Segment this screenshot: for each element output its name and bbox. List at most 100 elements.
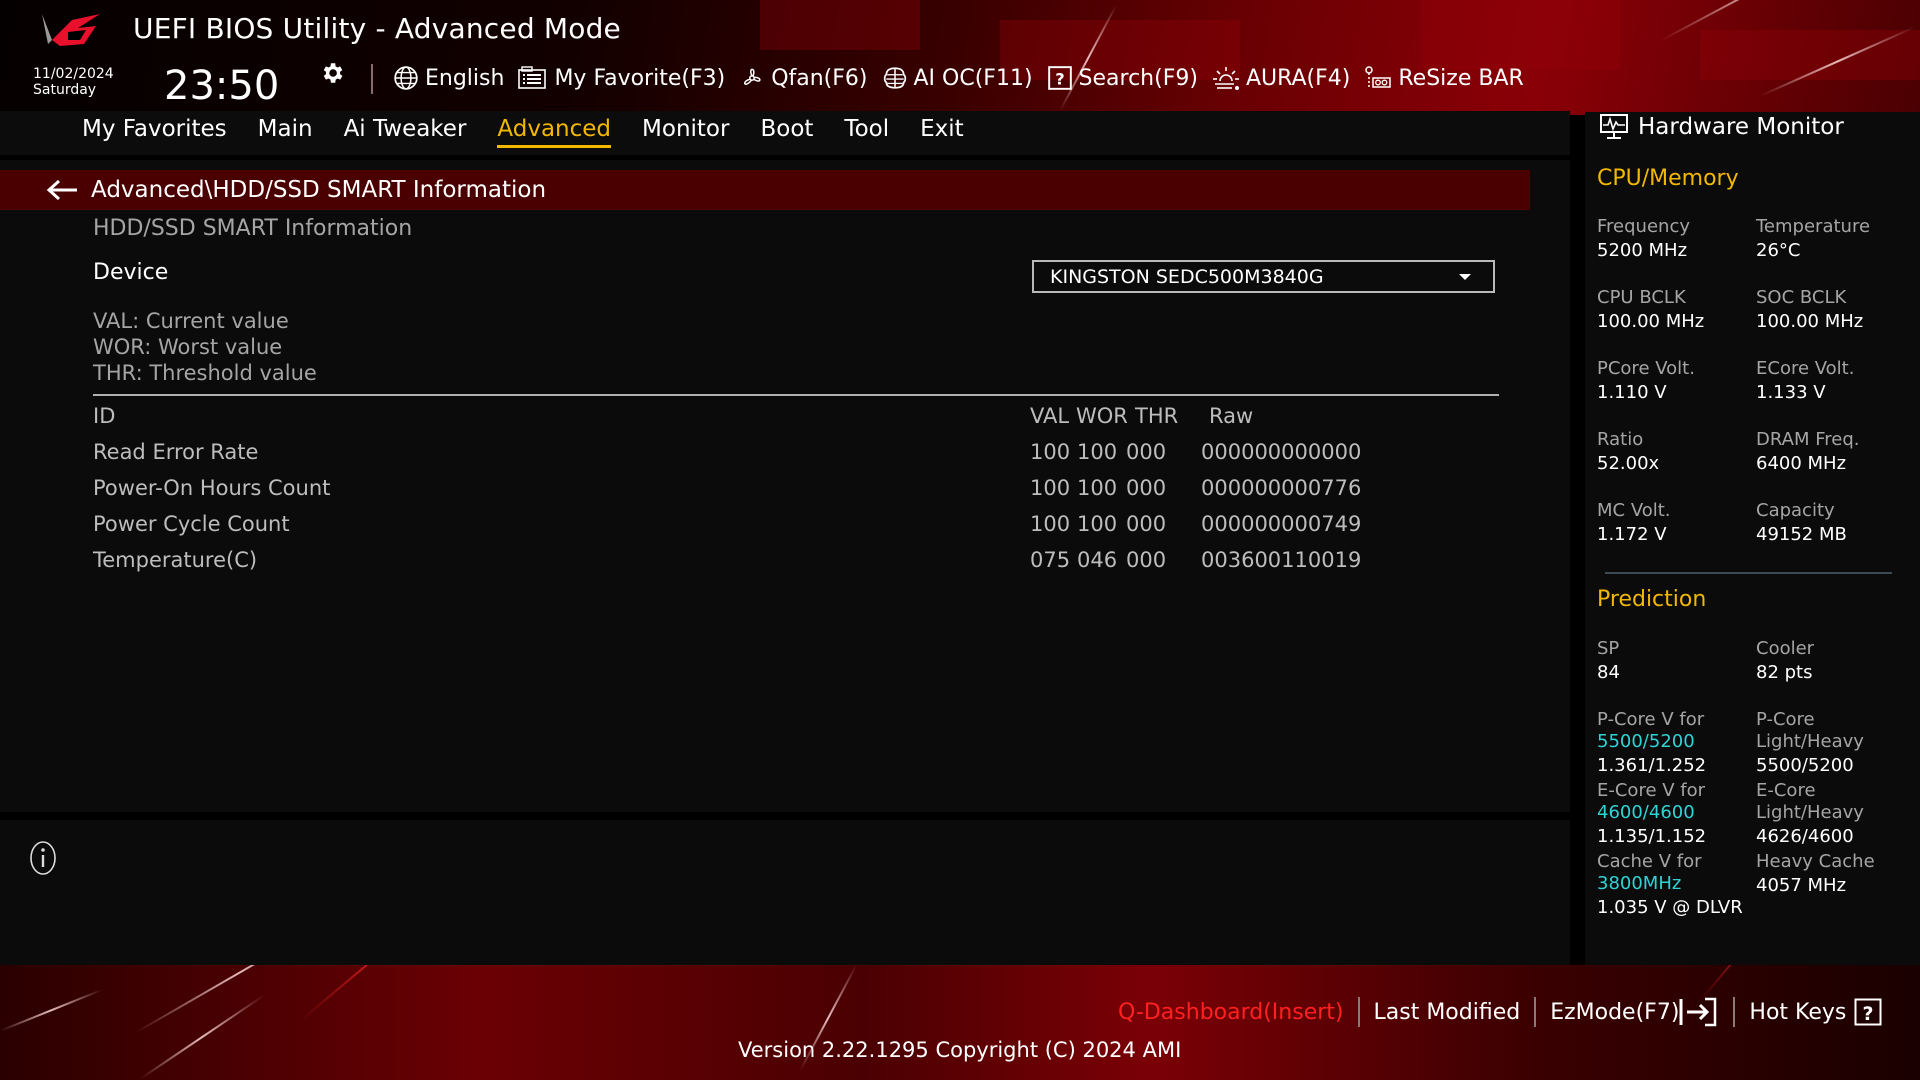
row-wor: 100	[1077, 512, 1118, 536]
row-raw: 000000000776	[1201, 476, 1362, 500]
fan-icon	[744, 68, 761, 85]
divider	[93, 394, 1499, 396]
q-dashboard-button[interactable]: Q-Dashboard(Insert)	[1118, 1000, 1358, 1025]
hw-dram-freq-value: 6400 MHz	[1756, 453, 1847, 474]
my-favorite-button[interactable]: My Favorite(F3)	[518, 66, 725, 91]
row-wor: 100	[1077, 440, 1118, 464]
legend-wor: WOR: Worst value	[93, 335, 283, 359]
tab-advanced[interactable]: Advanced	[497, 116, 612, 148]
heavy-cache-label: Heavy Cache	[1756, 851, 1875, 872]
hw-temperature-label: Temperature	[1756, 216, 1871, 237]
row-thr: 000	[1126, 440, 1167, 464]
legend-val: VAL: Current value	[93, 309, 289, 333]
rog-logo-icon	[42, 14, 100, 46]
search-button[interactable]: ? Search(F9)	[1047, 65, 1198, 91]
device-dropdown[interactable]: KINGSTON SEDC500M3840G	[1032, 260, 1495, 293]
hardware-monitor-title: Hardware Monitor	[1600, 114, 1844, 140]
favorite-list-icon	[518, 66, 547, 89]
device-dropdown-value: KINGSTON SEDC500M3840G	[1050, 265, 1324, 288]
globe-icon	[394, 66, 418, 90]
hw-temperature-cell: Temperature 26°C	[1756, 216, 1916, 264]
chevron-down-icon	[1459, 274, 1471, 280]
hw-ecore-volt-value: 1.133 V	[1756, 382, 1826, 403]
tab-exit[interactable]: Exit	[920, 116, 964, 148]
row-raw: 000000000749	[1201, 512, 1362, 536]
hw-soc-bclk-label: SOC BCLK	[1756, 287, 1847, 308]
tab-monitor[interactable]: Monitor	[642, 116, 729, 148]
main-nav: My Favorites Main Ai Tweaker Advanced Monito…	[0, 111, 1570, 155]
ecore-lh-label-2: Light/Heavy	[1756, 802, 1864, 823]
section-title: HDD/SSD SMART Information	[93, 216, 413, 241]
hw-soc-bclk-cell: SOC BCLK 100.00 MHz	[1756, 287, 1916, 335]
sp-cell: SP 84	[1597, 638, 1757, 686]
ecore-v-value: 1.135/1.152	[1597, 826, 1707, 847]
ezmode-label: EzMode(F7)	[1550, 999, 1680, 1025]
heavy-cache-cell: Heavy Cache 4057 MHz	[1756, 851, 1916, 899]
back-arrow-icon[interactable]	[45, 178, 79, 202]
row-id: Read Error Rate	[93, 440, 259, 464]
pcore-v-cell: P-Core V for 5500/5200 1.361/1.252	[1597, 709, 1757, 779]
pcore-v-label: P-Core V for	[1597, 709, 1705, 730]
cache-v-freq: 3800MHz	[1597, 873, 1682, 894]
cpu-memory-title: CPU/Memory	[1597, 166, 1739, 191]
hw-soc-bclk-value: 100.00 MHz	[1756, 311, 1864, 332]
row-wor: 100	[1077, 476, 1118, 500]
ecore-v-label: E-Core V for	[1597, 780, 1706, 801]
hw-ecore-volt-label: ECore Volt.	[1756, 358, 1855, 379]
ezmode-button[interactable]: EzMode(F7)	[1536, 997, 1733, 1027]
heavy-cache-value: 4057 MHz	[1756, 875, 1847, 896]
hw-ratio-value: 52.00x	[1597, 453, 1660, 474]
ai-brain-icon	[883, 67, 906, 89]
header-id: ID	[93, 404, 116, 428]
table-row: Power Cycle Count 100 100 000 0000000007…	[93, 512, 1493, 542]
hw-mc-volt-value: 1.172 V	[1597, 524, 1667, 545]
tab-my-favorites[interactable]: My Favorites	[82, 116, 227, 148]
resize-bar-button[interactable]: ReSize BAR	[1364, 65, 1524, 91]
last-modified-button[interactable]: Last Modified	[1360, 1000, 1535, 1025]
hw-temperature-value: 26°C	[1756, 240, 1801, 261]
ecore-v-freq: 4600/4600	[1597, 802, 1695, 823]
sp-value: 84	[1597, 662, 1620, 683]
row-val: 100	[1030, 440, 1071, 464]
ai-oc-button[interactable]: AI OC(F11)	[882, 65, 1033, 91]
hw-capacity-value: 49152 MB	[1756, 524, 1847, 545]
hw-ecore-volt-cell: ECore Volt. 1.133 V	[1756, 358, 1916, 406]
header-val: VAL	[1030, 404, 1070, 428]
hw-capacity-label: Capacity	[1756, 500, 1835, 521]
date-display: 11/02/2024 Saturday	[33, 66, 114, 98]
breadcrumb: Advanced\HDD/SSD SMART Information	[91, 177, 547, 203]
row-id: Power Cycle Count	[93, 512, 290, 536]
search-label: Search(F9)	[1078, 65, 1198, 91]
row-raw: 000000000000	[1201, 440, 1362, 464]
hw-pcore-volt-cell: PCore Volt. 1.110 V	[1597, 358, 1757, 406]
header-raw: Raw	[1209, 404, 1254, 428]
aura-button[interactable]: AURA(F4)	[1212, 65, 1350, 91]
gear-icon[interactable]	[319, 60, 345, 86]
nav-tabs: My Favorites Main Ai Tweaker Advanced Monito…	[82, 116, 995, 148]
app-title: UEFI BIOS Utility - Advanced Mode	[133, 12, 621, 45]
header-divider	[371, 64, 373, 94]
hot-keys-button[interactable]: Hot Keys ?	[1735, 998, 1896, 1026]
aura-light-icon	[1212, 67, 1239, 90]
cache-v-cell: Cache V for 3800MHz 1.035 V @ DLVR	[1597, 851, 1757, 921]
pcore-lh-label: P-Core	[1756, 709, 1815, 730]
hot-keys-label: Hot Keys	[1749, 999, 1847, 1025]
tab-main[interactable]: Main	[258, 116, 313, 148]
header-thr: THR	[1135, 404, 1179, 428]
header-wor: WOR	[1076, 404, 1128, 428]
row-wor: 046	[1077, 548, 1118, 572]
help-info-panel	[0, 820, 1570, 965]
row-thr: 000	[1126, 512, 1167, 536]
hw-pcore-volt-label: PCore Volt.	[1597, 358, 1695, 379]
svg-text:?: ?	[1055, 70, 1064, 89]
language-button[interactable]: English	[393, 65, 504, 91]
pcore-v-freq: 5500/5200	[1597, 731, 1695, 752]
hw-cpu-bclk-label: CPU BCLK	[1597, 287, 1686, 308]
tab-ai-tweaker[interactable]: Ai Tweaker	[344, 116, 467, 148]
svg-text:?: ?	[1863, 1003, 1874, 1025]
qfan-button[interactable]: Qfan(F6)	[739, 65, 868, 91]
tab-tool[interactable]: Tool	[844, 116, 889, 148]
hw-frequency-cell: Frequency 5200 MHz	[1597, 216, 1757, 264]
hw-mc-volt-label: MC Volt.	[1597, 500, 1671, 521]
tab-boot[interactable]: Boot	[760, 116, 813, 148]
